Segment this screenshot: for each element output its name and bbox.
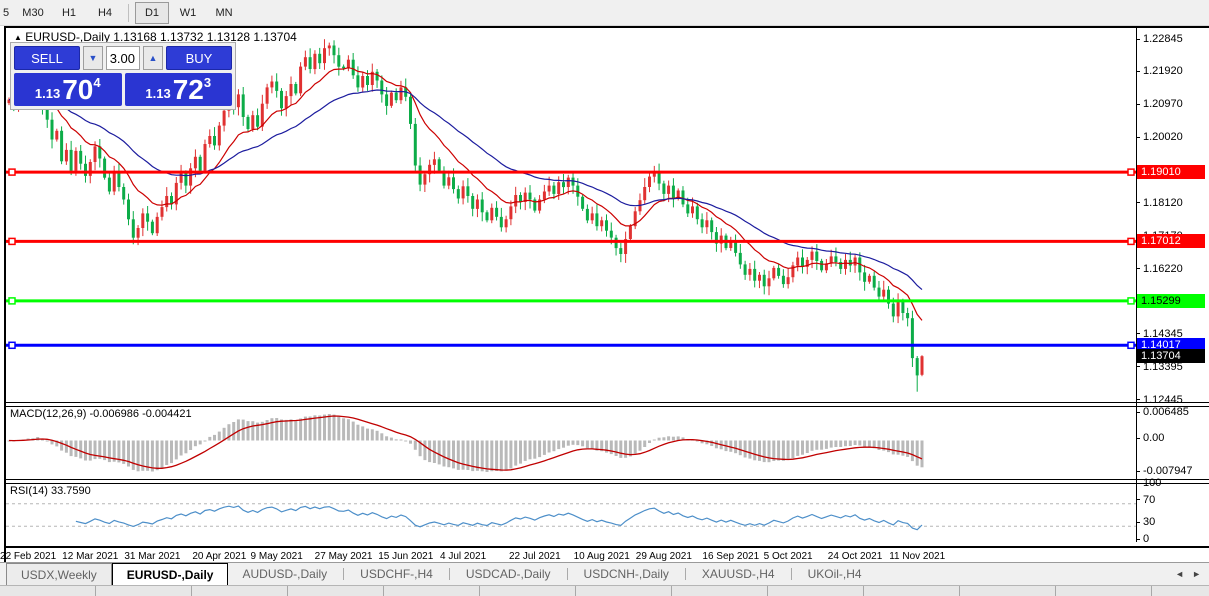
- volume-input[interactable]: [106, 46, 140, 70]
- tab-scroll-buttons: ◄ ►: [1175, 563, 1209, 585]
- chart-tab-usdcnh-daily[interactable]: USDCNH-,Daily: [570, 563, 683, 585]
- timeframe-button-d1[interactable]: D1: [135, 2, 169, 24]
- macd-label: MACD(12,26,9) -0.006986 -0.004421: [10, 408, 192, 420]
- toolbar-separator: [128, 4, 129, 22]
- tab-separator: [685, 568, 686, 580]
- chart-tab-usdx-weekly[interactable]: USDX,Weekly: [6, 563, 112, 585]
- chart-tab-xauusd-h4[interactable]: XAUUSD-,H4: [688, 563, 789, 585]
- macd-histogram: [8, 414, 924, 472]
- price-axis-border: [1136, 28, 1137, 542]
- level-line[interactable]: [6, 298, 1136, 304]
- chart-tab-ukoil-h4[interactable]: UKOil-,H4: [794, 563, 876, 585]
- buy-price-digits: 72: [173, 76, 204, 104]
- volume-decrease-button[interactable]: ▼: [83, 46, 103, 70]
- horizontal-scrollbar[interactable]: [0, 585, 1209, 596]
- date-tick-label: 11 Nov 2021: [882, 551, 952, 562]
- chart-tab-eurusd-daily[interactable]: EURUSD-,Daily: [112, 563, 229, 585]
- date-tick-label: 4 Jul 2021: [428, 551, 498, 562]
- rsi-label: RSI(14) 33.7590: [10, 485, 91, 497]
- rsi-chart[interactable]: [6, 484, 1136, 546]
- buy-price-prefix: 1.13: [145, 86, 170, 101]
- volume-increase-button[interactable]: ▲: [143, 46, 163, 70]
- timeframe-toolbar: 5 M30 H1 H4 D1 W1 MN: [0, 0, 1209, 26]
- date-tick-label: 5 Oct 2021: [753, 551, 823, 562]
- level-line[interactable]: [6, 238, 1136, 244]
- chart-tab-audusd-daily[interactable]: AUDUSD-,Daily: [228, 563, 341, 585]
- date-tick-label: 22 Jul 2021: [500, 551, 570, 562]
- sell-button[interactable]: SELL: [14, 46, 80, 70]
- level-line[interactable]: [6, 342, 1136, 348]
- macd-signal-line: [9, 416, 922, 470]
- level-line[interactable]: [6, 169, 1136, 175]
- one-click-trade-panel: SELL ▼ ▲ BUY 1.13 70: [10, 42, 236, 110]
- macd-panel[interactable]: MACD(12,26,9) -0.006986 -0.004421: [6, 407, 1209, 479]
- buy-button[interactable]: BUY: [166, 46, 232, 70]
- timeframe-button-h4[interactable]: H4: [88, 2, 122, 24]
- tabs-scroll-left-icon[interactable]: ◄: [1175, 569, 1184, 579]
- chart-tab-usdchf-h4[interactable]: USDCHF-,H4: [346, 563, 447, 585]
- symbol-marker-icon: ▲: [14, 33, 22, 42]
- sell-price-digits: 70: [62, 76, 93, 104]
- chart-window: ▲ EURUSD-,Daily 1.13168 1.13732 1.13128 …: [4, 26, 1209, 564]
- chart-tab-usdcad-daily[interactable]: USDCAD-,Daily: [452, 563, 565, 585]
- tabs-scroll-right-icon[interactable]: ►: [1192, 569, 1201, 579]
- spinner-down-icon: ▼: [89, 53, 98, 63]
- date-tick-label: 9 May 2021: [242, 551, 312, 562]
- tab-separator: [567, 568, 568, 580]
- date-tick-label: 27 May 2021: [309, 551, 379, 562]
- spinner-up-icon: ▲: [149, 53, 158, 63]
- tab-separator: [449, 568, 450, 580]
- buy-price-pip: 3: [204, 75, 211, 90]
- chart-tab-bar: USDX,WeeklyEURUSD-,DailyAUDUSD-,DailyUSD…: [0, 563, 1209, 585]
- tab-separator: [791, 568, 792, 580]
- rsi-panel[interactable]: RSI(14) 33.7590: [6, 484, 1209, 546]
- date-tick-label: 24 Oct 2021: [820, 551, 890, 562]
- sell-price-box[interactable]: 1.13 70 4: [14, 73, 122, 106]
- sell-price-pip: 4: [93, 75, 100, 90]
- date-tick-label: 12 Mar 2021: [55, 551, 125, 562]
- timeframe-button-h1[interactable]: H1: [52, 2, 86, 24]
- date-tick-label: 31 Mar 2021: [117, 551, 187, 562]
- timeframe-button-mn[interactable]: MN: [207, 2, 241, 24]
- sell-price-prefix: 1.13: [35, 86, 60, 101]
- main-price-chart[interactable]: ▲ EURUSD-,Daily 1.13168 1.13732 1.13128 …: [6, 28, 1209, 402]
- timeframe-button-w1[interactable]: W1: [171, 2, 205, 24]
- ma-slow-line: [9, 90, 922, 290]
- mt4-window: 5 M30 H1 H4 D1 W1 MN ▲ EURUSD-,Daily 1.1…: [0, 0, 1209, 596]
- date-tick-label: 10 Aug 2021: [567, 551, 637, 562]
- timeframe-button-m30[interactable]: M30: [16, 2, 50, 24]
- date-tick-label: 29 Aug 2021: [629, 551, 699, 562]
- buy-price-box[interactable]: 1.13 72 3: [125, 73, 233, 106]
- date-tick-label: 22 Feb 2021: [0, 551, 63, 562]
- tab-separator: [343, 568, 344, 580]
- timeframe-button-m5[interactable]: 5: [0, 2, 14, 24]
